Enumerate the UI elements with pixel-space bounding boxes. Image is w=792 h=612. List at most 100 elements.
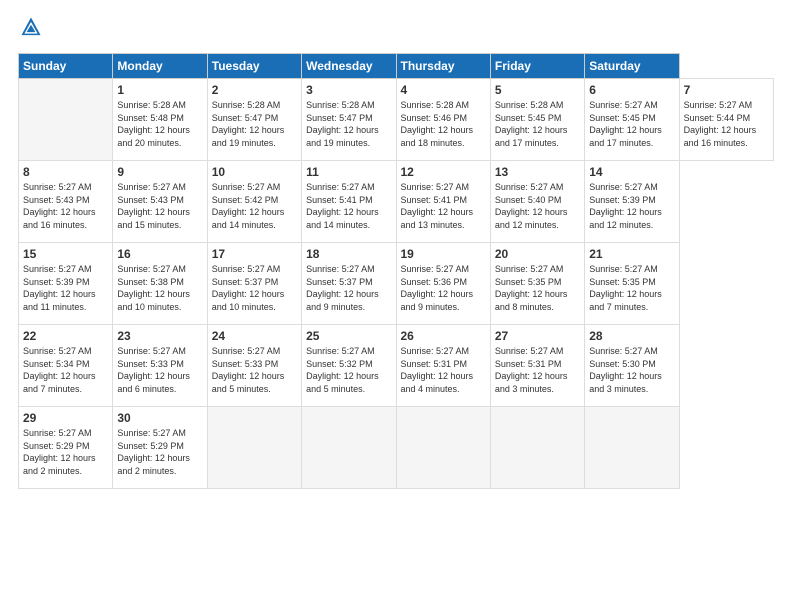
day-info: Sunrise: 5:28 AMSunset: 5:48 PMDaylight:… xyxy=(117,100,190,148)
calendar-day-cell: 3 Sunrise: 5:28 AMSunset: 5:47 PMDayligh… xyxy=(302,79,396,161)
calendar-day-header: Thursday xyxy=(396,54,490,79)
day-info: Sunrise: 5:27 AMSunset: 5:42 PMDaylight:… xyxy=(212,182,285,230)
day-number: 18 xyxy=(306,247,391,261)
calendar-day-cell: 16 Sunrise: 5:27 AMSunset: 5:38 PMDaylig… xyxy=(113,243,207,325)
day-info: Sunrise: 5:27 AMSunset: 5:35 PMDaylight:… xyxy=(495,264,568,312)
day-number: 14 xyxy=(589,165,674,179)
day-number: 9 xyxy=(117,165,202,179)
calendar-day-cell: 13 Sunrise: 5:27 AMSunset: 5:40 PMDaylig… xyxy=(490,161,584,243)
day-info: Sunrise: 5:28 AMSunset: 5:47 PMDaylight:… xyxy=(306,100,379,148)
day-number: 5 xyxy=(495,83,580,97)
day-number: 30 xyxy=(117,411,202,425)
day-number: 25 xyxy=(306,329,391,343)
day-info: Sunrise: 5:27 AMSunset: 5:43 PMDaylight:… xyxy=(23,182,96,230)
calendar-day-cell xyxy=(302,407,396,489)
day-number: 13 xyxy=(495,165,580,179)
calendar-day-cell: 22 Sunrise: 5:27 AMSunset: 5:34 PMDaylig… xyxy=(19,325,113,407)
day-info: Sunrise: 5:27 AMSunset: 5:39 PMDaylight:… xyxy=(589,182,662,230)
day-info: Sunrise: 5:27 AMSunset: 5:45 PMDaylight:… xyxy=(589,100,662,148)
day-info: Sunrise: 5:27 AMSunset: 5:44 PMDaylight:… xyxy=(684,100,757,148)
day-number: 28 xyxy=(589,329,674,343)
calendar-day-cell xyxy=(585,407,679,489)
calendar-day-cell: 29 Sunrise: 5:27 AMSunset: 5:29 PMDaylig… xyxy=(19,407,113,489)
day-info: Sunrise: 5:27 AMSunset: 5:43 PMDaylight:… xyxy=(117,182,190,230)
calendar-week-row: 8 Sunrise: 5:27 AMSunset: 5:43 PMDayligh… xyxy=(19,161,774,243)
day-number: 23 xyxy=(117,329,202,343)
calendar-day-cell: 5 Sunrise: 5:28 AMSunset: 5:45 PMDayligh… xyxy=(490,79,584,161)
calendar-day-cell: 28 Sunrise: 5:27 AMSunset: 5:30 PMDaylig… xyxy=(585,325,679,407)
calendar-day-cell: 4 Sunrise: 5:28 AMSunset: 5:46 PMDayligh… xyxy=(396,79,490,161)
day-number: 3 xyxy=(306,83,391,97)
day-number: 22 xyxy=(23,329,108,343)
day-info: Sunrise: 5:27 AMSunset: 5:29 PMDaylight:… xyxy=(23,428,96,476)
calendar-day-cell xyxy=(490,407,584,489)
calendar-day-header: Saturday xyxy=(585,54,679,79)
calendar-day-cell xyxy=(19,79,113,161)
day-number: 2 xyxy=(212,83,297,97)
day-number: 6 xyxy=(589,83,674,97)
day-number: 1 xyxy=(117,83,202,97)
day-number: 20 xyxy=(495,247,580,261)
day-info: Sunrise: 5:27 AMSunset: 5:41 PMDaylight:… xyxy=(401,182,474,230)
day-info: Sunrise: 5:27 AMSunset: 5:38 PMDaylight:… xyxy=(117,264,190,312)
calendar-day-cell xyxy=(207,407,301,489)
calendar-day-cell xyxy=(396,407,490,489)
calendar-day-cell: 17 Sunrise: 5:27 AMSunset: 5:37 PMDaylig… xyxy=(207,243,301,325)
calendar-day-cell: 11 Sunrise: 5:27 AMSunset: 5:41 PMDaylig… xyxy=(302,161,396,243)
day-number: 24 xyxy=(212,329,297,343)
header xyxy=(18,16,774,43)
day-info: Sunrise: 5:27 AMSunset: 5:35 PMDaylight:… xyxy=(589,264,662,312)
calendar-table: SundayMondayTuesdayWednesdayThursdayFrid… xyxy=(18,53,774,489)
calendar-day-cell: 14 Sunrise: 5:27 AMSunset: 5:39 PMDaylig… xyxy=(585,161,679,243)
calendar-day-cell: 7 Sunrise: 5:27 AMSunset: 5:44 PMDayligh… xyxy=(679,79,773,161)
calendar-week-row: 15 Sunrise: 5:27 AMSunset: 5:39 PMDaylig… xyxy=(19,243,774,325)
calendar-week-row: 1 Sunrise: 5:28 AMSunset: 5:48 PMDayligh… xyxy=(19,79,774,161)
day-info: Sunrise: 5:27 AMSunset: 5:41 PMDaylight:… xyxy=(306,182,379,230)
calendar-day-header: Sunday xyxy=(19,54,113,79)
day-info: Sunrise: 5:28 AMSunset: 5:47 PMDaylight:… xyxy=(212,100,285,148)
day-info: Sunrise: 5:27 AMSunset: 5:36 PMDaylight:… xyxy=(401,264,474,312)
day-number: 17 xyxy=(212,247,297,261)
day-info: Sunrise: 5:27 AMSunset: 5:32 PMDaylight:… xyxy=(306,346,379,394)
calendar-day-cell: 27 Sunrise: 5:27 AMSunset: 5:31 PMDaylig… xyxy=(490,325,584,407)
calendar-day-header: Monday xyxy=(113,54,207,79)
calendar-day-cell: 24 Sunrise: 5:27 AMSunset: 5:33 PMDaylig… xyxy=(207,325,301,407)
day-info: Sunrise: 5:27 AMSunset: 5:37 PMDaylight:… xyxy=(306,264,379,312)
calendar-body: 1 Sunrise: 5:28 AMSunset: 5:48 PMDayligh… xyxy=(19,79,774,489)
calendar-day-header: Wednesday xyxy=(302,54,396,79)
day-number: 19 xyxy=(401,247,486,261)
day-number: 11 xyxy=(306,165,391,179)
calendar-day-cell: 6 Sunrise: 5:27 AMSunset: 5:45 PMDayligh… xyxy=(585,79,679,161)
day-number: 4 xyxy=(401,83,486,97)
calendar-day-cell: 25 Sunrise: 5:27 AMSunset: 5:32 PMDaylig… xyxy=(302,325,396,407)
day-info: Sunrise: 5:28 AMSunset: 5:46 PMDaylight:… xyxy=(401,100,474,148)
day-number: 27 xyxy=(495,329,580,343)
day-info: Sunrise: 5:27 AMSunset: 5:39 PMDaylight:… xyxy=(23,264,96,312)
calendar-day-cell: 18 Sunrise: 5:27 AMSunset: 5:37 PMDaylig… xyxy=(302,243,396,325)
day-info: Sunrise: 5:27 AMSunset: 5:37 PMDaylight:… xyxy=(212,264,285,312)
day-info: Sunrise: 5:27 AMSunset: 5:30 PMDaylight:… xyxy=(589,346,662,394)
calendar-week-row: 29 Sunrise: 5:27 AMSunset: 5:29 PMDaylig… xyxy=(19,407,774,489)
calendar-day-cell: 9 Sunrise: 5:27 AMSunset: 5:43 PMDayligh… xyxy=(113,161,207,243)
day-number: 21 xyxy=(589,247,674,261)
calendar-day-cell: 30 Sunrise: 5:27 AMSunset: 5:29 PMDaylig… xyxy=(113,407,207,489)
day-number: 15 xyxy=(23,247,108,261)
calendar-day-cell: 20 Sunrise: 5:27 AMSunset: 5:35 PMDaylig… xyxy=(490,243,584,325)
calendar-header-row: SundayMondayTuesdayWednesdayThursdayFrid… xyxy=(19,54,774,79)
calendar-day-cell: 21 Sunrise: 5:27 AMSunset: 5:35 PMDaylig… xyxy=(585,243,679,325)
day-info: Sunrise: 5:27 AMSunset: 5:31 PMDaylight:… xyxy=(401,346,474,394)
calendar-week-row: 22 Sunrise: 5:27 AMSunset: 5:34 PMDaylig… xyxy=(19,325,774,407)
calendar-day-cell: 23 Sunrise: 5:27 AMSunset: 5:33 PMDaylig… xyxy=(113,325,207,407)
calendar-day-cell: 15 Sunrise: 5:27 AMSunset: 5:39 PMDaylig… xyxy=(19,243,113,325)
logo-icon xyxy=(20,16,42,38)
calendar-day-header: Friday xyxy=(490,54,584,79)
day-info: Sunrise: 5:27 AMSunset: 5:33 PMDaylight:… xyxy=(212,346,285,394)
logo xyxy=(18,16,42,43)
calendar-day-cell: 1 Sunrise: 5:28 AMSunset: 5:48 PMDayligh… xyxy=(113,79,207,161)
calendar-day-cell: 8 Sunrise: 5:27 AMSunset: 5:43 PMDayligh… xyxy=(19,161,113,243)
calendar-day-header: Tuesday xyxy=(207,54,301,79)
day-number: 12 xyxy=(401,165,486,179)
calendar-day-cell: 12 Sunrise: 5:27 AMSunset: 5:41 PMDaylig… xyxy=(396,161,490,243)
calendar-day-cell: 10 Sunrise: 5:27 AMSunset: 5:42 PMDaylig… xyxy=(207,161,301,243)
day-info: Sunrise: 5:27 AMSunset: 5:31 PMDaylight:… xyxy=(495,346,568,394)
